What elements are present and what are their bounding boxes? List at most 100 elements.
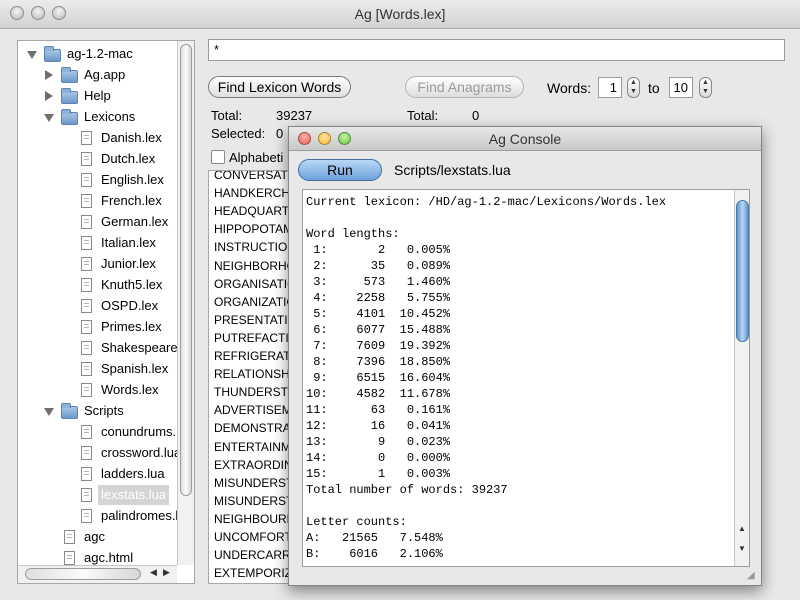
output-line: Current lexicon: /HD/ag-1.2-mac/Lexicons… [306,195,667,209]
tree-item-label: OSPD.lex [101,298,159,313]
words-to-field[interactable]: 10 [669,77,693,98]
output-line: Word lengths: [306,227,400,241]
file-icon [81,215,92,229]
scroll-down-arrow-icon[interactable]: ▼ [738,544,746,553]
tree-item-label: Scripts [84,403,124,418]
word-list-item[interactable]: CONVERSATIO [214,171,289,184]
tree-vertical-scrollbar[interactable] [177,41,194,565]
tree-horizontal-scroll-thumb[interactable] [25,568,141,580]
word-list-item[interactable]: MISUNDERSTA [214,474,289,492]
console-title: Ag Console [488,131,562,147]
word-list-item[interactable]: ADVERTISEME [214,401,289,419]
find-lexicon-words-button[interactable]: Find Lexicon Words [208,76,351,98]
output-line: 10: 4582 11.678% [306,387,451,401]
word-list-item[interactable]: MISUNDERSTO [214,492,289,510]
disclosure-open-icon[interactable] [44,408,54,416]
down-arrow-icon[interactable]: ▼ [702,88,709,95]
to-label: to [648,80,660,96]
tree-item-label: German.lex [101,214,169,229]
word-list-item[interactable]: UNCOMFORTA [214,528,289,546]
words-to-stepper[interactable]: ▲ ▼ [699,77,712,98]
tree-item-label: Primes.lex [101,319,162,334]
disclosure-open-icon[interactable] [27,51,37,59]
resize-grip-icon[interactable]: ◢ [747,570,755,581]
word-list-item[interactable]: RELATIONSHI [214,365,289,383]
file-tree[interactable]: ag-1.2-mac Ag.app Help Lexicons Danish.lex Du… [17,40,195,584]
word-list-item[interactable]: ENTERTAINME [214,438,289,456]
output-scroll-thumb[interactable] [736,200,749,342]
word-list-item[interactable]: ORGANISATIO [214,275,289,293]
word-list-item[interactable]: INSTRUCTION [214,238,289,256]
alphabetic-checkbox[interactable] [211,150,225,164]
output-line: 9: 6515 16.604% [306,371,451,385]
file-icon [81,173,92,187]
word-list-item[interactable]: REFRIGERATO [214,347,289,365]
words-label: Words: [547,80,592,96]
word-list-item[interactable]: UNDERCARRIA [214,546,289,564]
tree-horizontal-scrollbar[interactable]: ◀ ▶ [18,565,177,583]
file-icon [64,551,75,565]
output-line: Letter counts: [306,515,407,529]
pattern-input[interactable]: * [208,39,785,61]
output-line: 12: 16 0.041% [306,419,451,433]
word-list-item[interactable]: PRESENTATIO [214,311,289,329]
folder-icon [61,403,78,419]
alphabetic-label: Alphabeti [229,150,284,165]
up-arrow-icon[interactable]: ▲ [702,79,709,86]
anagram-total-label: Total: [407,108,439,123]
down-arrow-icon[interactable]: ▼ [630,88,637,95]
tree-item-label: English.lex [101,172,164,187]
disclosure-open-icon[interactable] [44,114,54,122]
word-list-item[interactable]: HANDKERCHIE [214,184,289,202]
file-icon [81,257,92,271]
tree-item-label: Junior.lex [101,256,156,271]
tree-item-label: Ag.app [84,67,126,82]
word-list-item[interactable]: THUNDERSTO [214,383,289,401]
disclosure-closed-icon[interactable] [45,91,53,101]
tree-item-label: lexstats.lua [98,485,170,505]
output-line: 14: 0 0.000% [306,451,451,465]
file-icon [81,467,92,481]
file-icon [81,320,92,334]
file-icon [81,194,92,208]
file-icon [81,383,92,397]
word-list-item[interactable]: PUTREFACTIO [214,329,289,347]
total-label: Total: [211,108,243,123]
word-list-item[interactable]: NEIGHBORHO [214,257,289,275]
file-icon [81,152,92,166]
scroll-left-arrow-icon[interactable]: ◀ [150,567,157,578]
output-line: 13: 9 0.023% [306,435,451,449]
output-vertical-scrollbar[interactable]: ▲ ▼ [734,190,749,566]
scroll-right-arrow-icon[interactable]: ▶ [163,567,170,578]
tree-item-label: agc [84,529,105,544]
word-list-item[interactable]: ORGANIZATIO [214,293,289,311]
words-from-field[interactable]: 1 [598,77,622,98]
find-anagrams-button[interactable]: Find Anagrams [405,76,524,98]
scroll-up-arrow-icon[interactable]: ▲ [738,524,746,533]
tree-vertical-scroll-thumb[interactable] [180,44,192,496]
selected-label: Selected: [211,126,266,141]
output-line: Total number of words: 39237 [306,483,508,497]
file-icon [81,236,92,250]
output-line: 7: 7609 19.392% [306,339,451,353]
word-list-item[interactable]: DEMONSTRAT [214,419,289,437]
disclosure-closed-icon[interactable] [45,70,53,80]
word-list-item[interactable]: EXTEMPORIZA [214,564,289,582]
console-window[interactable]: Ag Console Run Scripts/lexstats.lua Curr… [288,126,762,586]
tree-item-label: Lexicons [84,109,136,124]
folder-icon [44,46,61,62]
word-list-item[interactable]: NEIGHBOURHO [214,510,289,528]
tree-item-label: Italian.lex [101,235,156,250]
word-list-item[interactable]: HIPPOPOTAM [214,220,289,238]
console-output[interactable]: Current lexicon: /HD/ag-1.2-mac/Lexicons… [302,189,750,567]
file-icon [81,299,92,313]
word-list-item[interactable]: EXTRAORDINA [214,456,289,474]
words-from-stepper[interactable]: ▲ ▼ [627,77,640,98]
file-icon [81,131,92,145]
tree-item-label: ag-1.2-mac [67,46,133,61]
tree-item-label: French.lex [101,193,162,208]
run-button[interactable]: Run [298,159,382,181]
word-list[interactable]: CONVERSATIOHANDKERCHIEHEADQUARTERHIPPOPO… [208,170,290,584]
up-arrow-icon[interactable]: ▲ [630,79,637,86]
word-list-item[interactable]: HEADQUARTER [214,202,289,220]
